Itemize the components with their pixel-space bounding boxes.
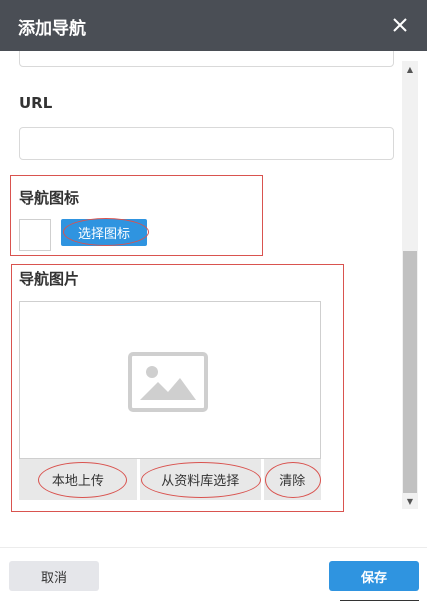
nav-image-label: 导航图片 [19, 270, 80, 288]
clear-image-button[interactable]: 清除 [263, 459, 322, 500]
nav-image-preview [19, 301, 321, 459]
scroll-up-arrow-icon[interactable]: ▲ [402, 61, 418, 77]
nav-icon-label: 导航图标 [19, 189, 80, 207]
previous-field-input[interactable] [19, 51, 394, 67]
vertical-scrollbar[interactable]: ▲ ▼ [402, 61, 418, 509]
upload-local-button[interactable]: 本地上传 [19, 459, 137, 500]
close-icon [393, 18, 407, 32]
url-label: URL [19, 94, 53, 112]
dialog-footer: 取消 保存 [0, 547, 427, 601]
image-actions: 本地上传 从资料库选择 清除 [19, 459, 322, 500]
nav-icon-preview [19, 219, 51, 251]
choose-from-library-button[interactable]: 从资料库选择 [139, 459, 261, 500]
dialog-title: 添加导航 [18, 19, 86, 39]
url-input[interactable] [19, 127, 394, 160]
save-button[interactable]: 保存 [329, 561, 419, 591]
scroll-down-arrow-icon[interactable]: ▼ [402, 493, 418, 509]
select-icon-button[interactable]: 选择图标 [61, 219, 147, 246]
image-placeholder-icon [128, 352, 208, 412]
scroll-thumb[interactable] [403, 251, 417, 493]
dialog-body: URL 导航图标 选择图标 导航图片 本地上传 从资料库选择 清除 ▲ ▼ [0, 51, 427, 547]
dialog-header: 添加导航 [0, 0, 427, 51]
cancel-button[interactable]: 取消 [9, 561, 99, 591]
close-button[interactable] [387, 12, 413, 38]
